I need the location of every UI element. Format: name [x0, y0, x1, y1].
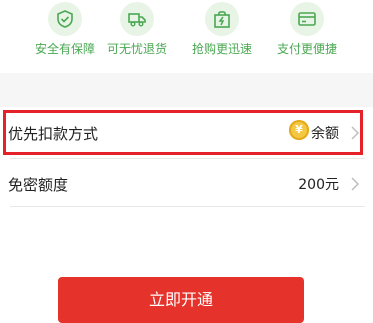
- activate-now-button[interactable]: 立即开通: [58, 277, 304, 323]
- truck-return-icon: [120, 2, 154, 36]
- benefit-label: 可无忧退货: [106, 42, 167, 56]
- section-divider: [0, 73, 373, 107]
- shield-check-icon: [48, 2, 82, 36]
- benefit-label: 支付更便捷: [276, 42, 337, 56]
- benefits-bar: 安全有保障 可无忧退货 抢购更迅速 支付更便捷: [0, 0, 373, 70]
- row-divider: [10, 206, 365, 207]
- shopping-bag-bolt-icon: [205, 2, 239, 36]
- highlight-box: [3, 110, 363, 155]
- benefit-speed: 抢购更迅速: [177, 2, 267, 57]
- chevron-right-icon: [351, 177, 359, 191]
- password-free-limit-row[interactable]: 免密额度 200元: [0, 159, 373, 209]
- benefit-payment: 支付更便捷: [262, 2, 352, 57]
- credit-card-icon: [290, 2, 324, 36]
- password-free-limit-label: 免密额度: [8, 176, 69, 194]
- benefit-return: 可无忧退货: [92, 2, 182, 57]
- benefit-label: 抢购更迅速: [191, 42, 252, 56]
- password-free-limit-value: 200元: [298, 177, 339, 193]
